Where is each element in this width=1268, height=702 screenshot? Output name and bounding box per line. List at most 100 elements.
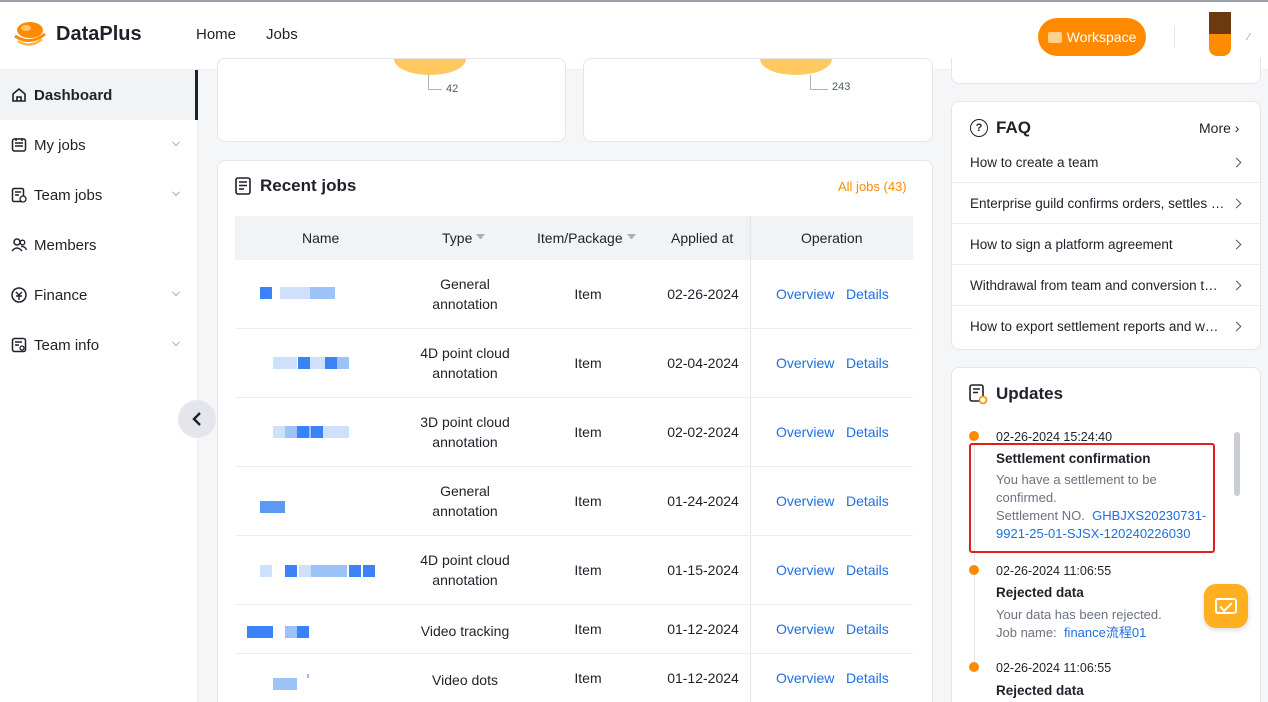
recent-jobs-title: Recent jobs (234, 176, 356, 196)
update-body: Your data has been rejected. Job name: f… (996, 606, 1162, 642)
overview-link[interactable]: Overview (776, 670, 834, 686)
faq-item-text: How to sign a platform agreement (970, 236, 1173, 252)
chevron-down-icon (172, 138, 180, 146)
pie-value-label: 243 (832, 81, 851, 93)
faq-item[interactable]: How to create a team (952, 142, 1260, 183)
details-link[interactable]: Details (846, 424, 889, 440)
overview-link[interactable]: Overview (776, 493, 834, 509)
sidebar-item-finance[interactable]: Finance (0, 270, 198, 320)
table-row: Video dots Item 01-12-2024 Overview Deta… (235, 654, 913, 702)
job-name-redacted (285, 626, 297, 638)
sidebar-item-members[interactable]: Members (0, 220, 198, 270)
sidebar-item-dashboard[interactable]: Dashboard (0, 70, 198, 120)
collapse-sidebar-button[interactable] (178, 400, 216, 438)
update-time: 02-26-2024 15:24:40 (996, 430, 1113, 444)
faq-more-label: More (1199, 120, 1231, 136)
job-type-line: annotation (432, 434, 498, 450)
job-applied-at: 02-04-2024 (667, 355, 739, 371)
update-time: 02-26-2024 11:06:55 (996, 564, 1112, 578)
team-jobs-icon (10, 186, 28, 204)
faq-item[interactable]: How to sign a platform agreement (952, 224, 1260, 265)
workspace-label: Workspace (1066, 29, 1137, 45)
overview-link[interactable]: Overview (776, 355, 834, 371)
chevron-down-icon (172, 288, 180, 296)
faq-item-text: Enterprise guild confirms orders, settle… (970, 195, 1225, 211)
job-type-line: General (440, 276, 490, 292)
faq-more-link[interactable]: More › (1199, 120, 1239, 136)
message-button[interactable] (1204, 584, 1248, 628)
update-body-line: Job name: (996, 625, 1057, 640)
details-link[interactable]: Details (846, 493, 889, 509)
workspace-icon (1047, 31, 1062, 43)
details-link[interactable]: Details (846, 286, 889, 302)
job-type: 3D point cloud annotation (405, 412, 525, 452)
table-header: Name Type Item/Package Applied at Operat… (235, 216, 913, 260)
nav-home[interactable]: Home (196, 26, 236, 43)
overview-link[interactable]: Overview (776, 424, 834, 440)
job-name-redacted (273, 426, 285, 438)
sidebar: Dashboard My jobs Team jobs Members Fina… (0, 70, 198, 702)
job-name-redacted (307, 674, 309, 678)
nav-jobs[interactable]: Jobs (266, 26, 298, 43)
column-header-type[interactable]: Type (442, 230, 486, 246)
update-time: 02-26-2024 11:06:55 (996, 661, 1112, 675)
pie-slice (394, 59, 466, 75)
pie-leader-line (810, 75, 811, 89)
column-header-item-package[interactable]: Item/Package (537, 230, 636, 246)
details-link[interactable]: Details (846, 621, 889, 637)
job-applied-at: 01-15-2024 (667, 562, 739, 578)
sidebar-item-my-jobs[interactable]: My jobs (0, 120, 198, 170)
overview-link[interactable]: Overview (776, 562, 834, 578)
updates-scrollbar[interactable] (1234, 432, 1240, 496)
dataplus-logo[interactable]: DataPlus (12, 20, 142, 48)
list-icon (235, 177, 251, 195)
pie-leader-line (428, 89, 442, 90)
details-link[interactable]: Details (846, 562, 889, 578)
avatar-caret-icon[interactable]: ⁄ (1248, 32, 1250, 43)
faq-item[interactable]: Withdrawal from team and conversion t… (952, 265, 1260, 306)
job-type-line: 4D point cloud (420, 552, 510, 568)
job-name-redacted (299, 565, 311, 577)
chevron-right-icon (1231, 157, 1242, 168)
sidebar-item-team-info[interactable]: Team info (0, 320, 198, 370)
details-link[interactable]: Details (846, 670, 889, 686)
sidebar-item-label: Finance (34, 286, 88, 304)
job-item-package: Item (574, 355, 602, 371)
details-link[interactable]: Details (846, 355, 889, 371)
sidebar-item-label: Members (34, 236, 97, 254)
faq-item-text: How to create a team (970, 154, 1099, 170)
filter-icon[interactable] (626, 233, 636, 243)
faq-item[interactable]: Enterprise guild confirms orders, settle… (952, 183, 1260, 224)
table-row: 3D point cloud annotation Item 02-02-2024… (235, 398, 913, 467)
sidebar-item-label: My jobs (34, 136, 86, 154)
job-type: 4D point cloud annotation (405, 550, 525, 590)
job-name-redacted (247, 626, 273, 638)
all-jobs-link[interactable]: All jobs (43) (838, 179, 907, 194)
recent-jobs-title-text: Recent jobs (260, 176, 357, 195)
job-name-link[interactable]: finance流程01 (1064, 625, 1146, 640)
updates-title-text: Updates (996, 384, 1064, 403)
faq-item[interactable]: How to export settlement reports and w… (952, 306, 1260, 347)
job-type-line: 4D point cloud (420, 345, 510, 361)
job-item-package: Item (574, 670, 602, 686)
update-heading: Rejected data (996, 683, 1084, 698)
pie-value-label: 42 (446, 83, 459, 95)
workspace-button[interactable]: Workspace (1038, 18, 1146, 56)
pie-card-left: 42 (217, 58, 566, 142)
job-name-redacted (260, 501, 285, 513)
avatar-top (1209, 12, 1231, 34)
overview-link[interactable]: Overview (776, 621, 834, 637)
avatar[interactable] (1209, 12, 1231, 56)
overview-link[interactable]: Overview (776, 286, 834, 302)
home-icon (10, 86, 28, 104)
job-type-line: annotation (432, 503, 498, 519)
job-name-redacted (298, 357, 310, 369)
dataplus-logo-icon (12, 20, 48, 48)
table-row: General annotation Item 01-24-2024 Overvi… (235, 467, 913, 536)
sidebar-item-label: Dashboard (34, 86, 113, 104)
pie-slice (760, 59, 832, 75)
filter-icon[interactable] (476, 233, 486, 243)
right-top-card (951, 58, 1261, 84)
sidebar-item-team-jobs[interactable]: Team jobs (0, 170, 198, 220)
chevron-right-icon (1231, 239, 1242, 250)
